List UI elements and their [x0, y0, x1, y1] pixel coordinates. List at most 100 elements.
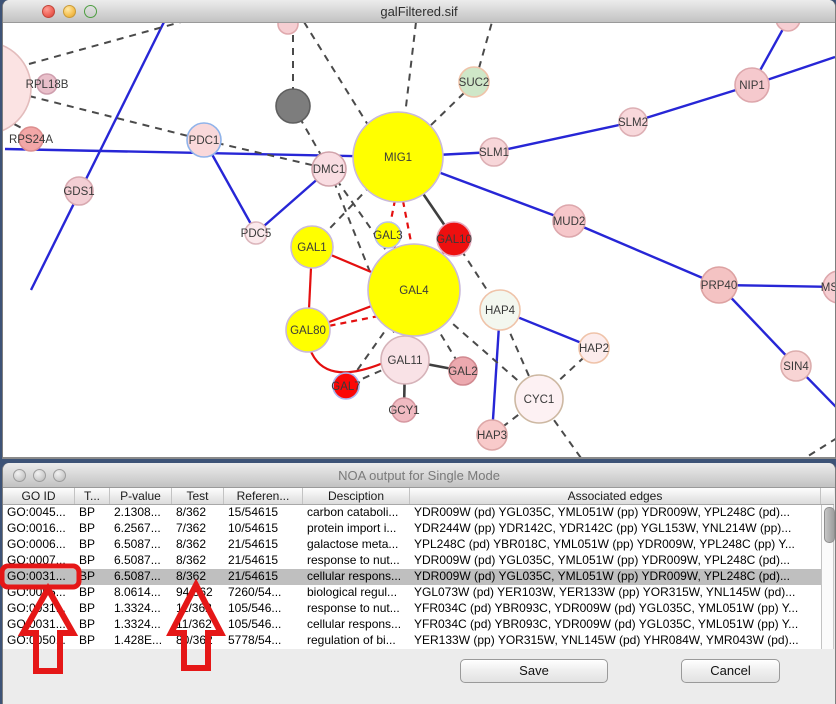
cell: cellular respons... — [303, 617, 410, 633]
column-header-p-value[interactable]: P-value — [110, 488, 172, 504]
cell: BP — [75, 569, 110, 585]
cell: 11/362 — [172, 601, 224, 617]
cell: biological regul... — [303, 585, 410, 601]
cell: 8.0614... — [110, 585, 172, 601]
cell: 21/54615 — [224, 537, 303, 553]
cell: BP — [75, 633, 110, 649]
save-button[interactable]: Save — [460, 659, 608, 683]
graph-edge[interactable] — [479, 22, 492, 68]
graph-edge[interactable] — [310, 349, 383, 372]
cell: 15/54615 — [224, 505, 303, 521]
node-gray-node[interactable] — [276, 89, 310, 123]
cell: 80/362 — [172, 633, 224, 649]
cell: 1.428E... — [110, 633, 172, 649]
node-label: RPL18B — [26, 79, 69, 91]
cell: GO:0050... — [3, 633, 75, 649]
cell: 21/54615 — [224, 553, 303, 569]
table-row[interactable]: GO:0031...BP1.3324...11/362105/546...cel… — [3, 617, 821, 633]
cell: YDR009W (pd) YGL035C, YML051W (pp) YDR00… — [410, 505, 821, 521]
cell: GO:0031... — [3, 601, 75, 617]
graph-edge[interactable] — [429, 93, 464, 127]
table-row[interactable]: GO:0050...BP1.428E...80/3625778/54...reg… — [3, 633, 821, 649]
cell: 105/546... — [224, 617, 303, 633]
cell: BP — [75, 553, 110, 569]
network-canvas[interactable]: RPL18BRPS24AGDS1PDC1PDC5DMC1MIG1SUC2SLM1… — [3, 22, 835, 457]
graph-edge[interactable] — [805, 438, 835, 457]
cell: 10/54615 — [224, 521, 303, 537]
node-label: DMC1 — [313, 164, 346, 176]
cell: protein import i... — [303, 521, 410, 537]
table-row[interactable]: GO:0006...BP6.5087...8/36221/54615galact… — [3, 537, 821, 553]
node-label: MSI — [821, 282, 835, 294]
node-label: GAL7 — [331, 381, 360, 393]
table-row[interactable]: GO:0045...BP2.1308...8/36215/54615carbon… — [3, 505, 821, 521]
cell: GO:0045... — [3, 505, 75, 521]
cell: response to nut... — [303, 553, 410, 569]
cell: 6.5087... — [110, 537, 172, 553]
node-label: GAL4 — [399, 285, 429, 297]
node-label: GAL2 — [448, 366, 477, 378]
node-label: HAP4 — [485, 305, 516, 317]
titlebar-network[interactable]: galFiltered.sif — [3, 0, 835, 23]
cancel-button[interactable]: Cancel — [681, 659, 780, 683]
graph-edge[interactable] — [304, 22, 373, 133]
column-header-associated-edges[interactable]: Associated edges — [410, 488, 821, 504]
desktop: { "window_graph": { "title": "galFiltere… — [0, 0, 836, 704]
node-top-b[interactable] — [776, 22, 800, 31]
cell: BP — [75, 521, 110, 537]
vertical-scrollbar[interactable] — [821, 505, 834, 649]
cell: 7260/54... — [224, 585, 303, 601]
cell: 6.2567... — [110, 521, 172, 537]
cell: YDR244W (pp) YDR142C, YDR142C (pp) YGL15… — [410, 521, 821, 537]
cell: BP — [75, 505, 110, 521]
node-label: HAP3 — [477, 430, 507, 442]
scrollbar-thumb[interactable] — [824, 507, 835, 543]
table-row[interactable]: GO:0065...BP8.0614...94/3627260/54...bio… — [3, 585, 821, 601]
cell: BP — [75, 585, 110, 601]
column-header-t-[interactable]: T... — [75, 488, 110, 504]
node-label: SIN4 — [783, 361, 809, 373]
graph-edge[interactable] — [29, 22, 181, 64]
node-label: GAL10 — [436, 234, 472, 246]
cell: 8/362 — [172, 537, 224, 553]
cell: response to nut... — [303, 601, 410, 617]
table-row[interactable]: GO:0031...BP1.3324...11/362105/546...res… — [3, 601, 821, 617]
cell: 1.3324... — [110, 617, 172, 633]
window-network: RPL18BRPS24AGDS1PDC1PDC5DMC1MIG1SUC2SLM1… — [2, 0, 836, 459]
graph-edge[interactable] — [405, 22, 416, 115]
cell: 1.3324... — [110, 601, 172, 617]
node-label: GAL80 — [290, 325, 326, 337]
cell: BP — [75, 617, 110, 633]
cell: 94/362 — [172, 585, 224, 601]
node-top-a[interactable] — [278, 22, 298, 34]
column-header-desciption[interactable]: Desciption — [303, 488, 410, 504]
node-label: GDS1 — [63, 186, 94, 198]
cell: 11/362 — [172, 617, 224, 633]
column-header-go-id[interactable]: GO ID — [3, 488, 75, 504]
graph-edge[interactable] — [494, 122, 633, 152]
column-header-test[interactable]: Test — [172, 488, 224, 504]
window-noa-output: NOA output for Single Mode GO IDT...P-va… — [2, 463, 836, 704]
cell: 7/362 — [172, 521, 224, 537]
node-label: PDC5 — [241, 228, 272, 240]
cell: 6.5087... — [110, 553, 172, 569]
table-row[interactable]: GO:0007...BP6.5087...8/36221/54615respon… — [3, 553, 821, 569]
window-title: galFiltered.sif — [3, 4, 835, 19]
graph-edge[interactable] — [633, 85, 752, 122]
cell: BP — [75, 601, 110, 617]
cell: GO:0031... — [3, 617, 75, 633]
table-row[interactable]: GO:0031...BP6.5087...8/36221/54615cellul… — [3, 569, 821, 585]
cell: galactose meta... — [303, 537, 410, 553]
cell: carbon cataboli... — [303, 505, 410, 521]
table-row[interactable]: GO:0016...BP6.2567...7/36210/54615protei… — [3, 521, 821, 537]
node-label: CYC1 — [524, 394, 555, 406]
cell: regulation of bi... — [303, 633, 410, 649]
titlebar-noa[interactable]: NOA output for Single Mode — [3, 463, 835, 488]
column-header-referen-[interactable]: Referen... — [224, 488, 303, 504]
graph-edge[interactable] — [569, 221, 719, 285]
cell: BP — [75, 537, 110, 553]
graph-edge[interactable] — [403, 201, 412, 247]
cell: 8/362 — [172, 569, 224, 585]
graph-edge[interactable] — [31, 22, 164, 290]
results-table[interactable]: GO:0045...BP2.1308...8/36215/54615carbon… — [3, 505, 822, 649]
